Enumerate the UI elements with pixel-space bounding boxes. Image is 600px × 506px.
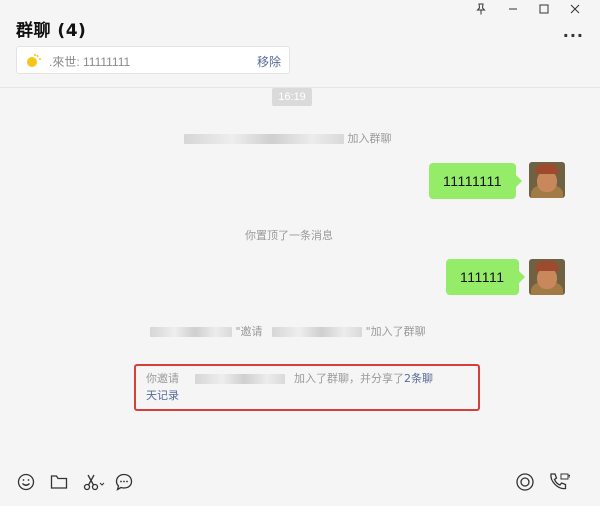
blurred-username	[272, 327, 363, 337]
avatar[interactable]	[529, 259, 565, 295]
chat-history-link[interactable]: 2条聊	[404, 372, 433, 385]
pin-notice: 你置顶了一条消息	[245, 229, 333, 242]
close-icon[interactable]	[564, 0, 586, 18]
share-notice: 你邀请 加入了群聊，并分享了2条聊 天记录	[146, 370, 433, 404]
maximize-icon[interactable]	[533, 0, 555, 18]
pinned-message-text: .來世: 11111111	[49, 55, 131, 69]
join-notice: 加入群聊	[184, 130, 392, 146]
remove-pin-button[interactable]: 移除	[257, 53, 281, 70]
invite-notice: "邀请 "加入了群聊	[150, 323, 426, 339]
chat-history-link-cont[interactable]: 天记录	[146, 387, 433, 404]
message-bubble[interactable]: 111111	[446, 259, 525, 295]
share-middle-text: 加入了群聊，并分享了	[294, 372, 404, 385]
blurred-username	[150, 327, 232, 337]
share-prefix-text: 你邀请	[146, 372, 179, 385]
blurred-username	[194, 374, 285, 384]
sun-icon	[25, 53, 41, 69]
timestamp: 16:19	[272, 88, 312, 106]
folder-icon[interactable]	[49, 472, 69, 492]
chat-icon[interactable]	[114, 472, 134, 492]
message-bubble[interactable]: 11111111	[429, 163, 523, 199]
join-notice-text: 加入群聊	[347, 132, 392, 145]
emoji-icon[interactable]	[16, 472, 36, 492]
call-icon[interactable]	[548, 472, 570, 492]
pin-window-icon[interactable]	[470, 0, 492, 18]
avatar[interactable]	[529, 162, 565, 198]
chat-title: 群聊 (4)	[16, 21, 87, 41]
input-toolbar	[0, 458, 600, 506]
more-options-icon[interactable]: ···	[563, 26, 584, 45]
minimize-icon[interactable]	[502, 0, 524, 18]
invite-suffix-text: "加入了群聊	[365, 325, 426, 338]
invite-prefix-text: "邀请	[235, 325, 263, 338]
live-icon[interactable]	[515, 472, 535, 492]
blurred-username	[184, 134, 344, 144]
chat-header: 群聊 (4) ··· .來世: 11111111 移除	[0, 0, 600, 88]
scissors-icon[interactable]	[82, 472, 106, 492]
pinned-message-bar[interactable]: .來世: 11111111 移除	[16, 46, 290, 74]
